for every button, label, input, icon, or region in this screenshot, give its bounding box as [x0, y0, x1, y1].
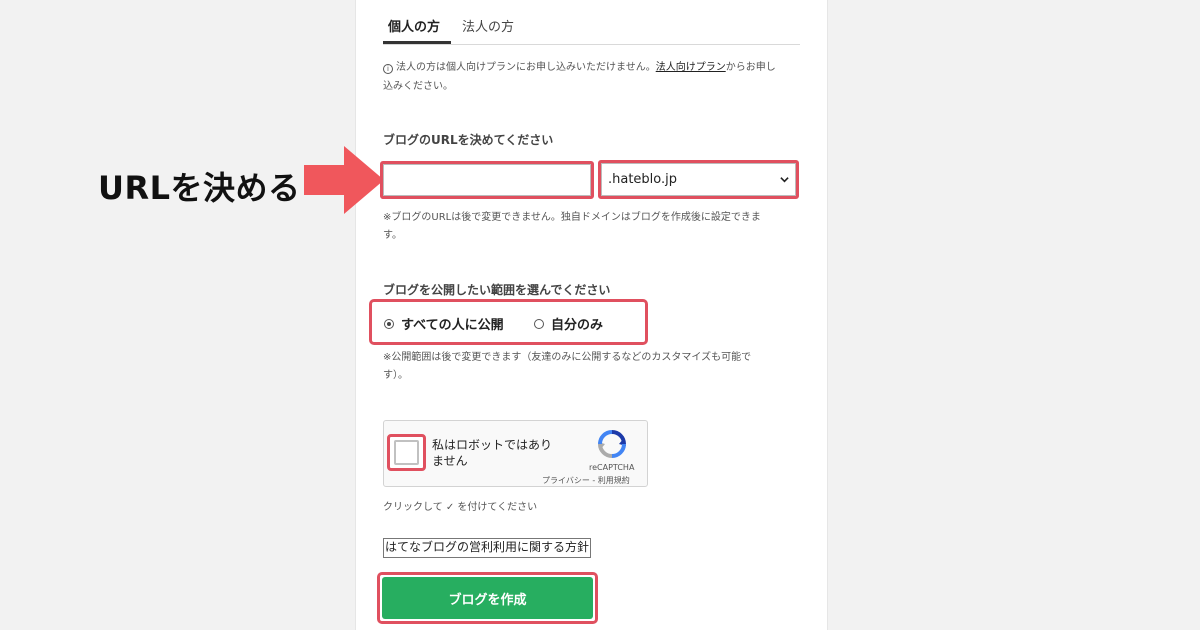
captcha-checkbox[interactable] — [394, 440, 419, 465]
captcha-checkbox-highlight — [387, 434, 426, 471]
captcha-instruction: クリックして ✓ を付けてください — [383, 502, 538, 513]
radio-option-public[interactable]: すべての人に公開 — [384, 314, 504, 333]
radio-label-private: 自分のみ — [551, 318, 604, 333]
recaptcha-privacy-terms-links[interactable]: プライバシー - 利用規約 — [542, 475, 630, 486]
background-right — [828, 0, 1200, 630]
url-hint-line1: ※ブログのURLは後で変更できません。独自ドメインはブログを作成後に設定できま — [383, 212, 761, 223]
url-hint-line2: す。 — [383, 230, 402, 241]
background-left — [0, 0, 355, 630]
domain-selected-value: .hateblo.jp — [608, 172, 678, 187]
blog-url-input[interactable] — [383, 164, 591, 196]
captcha-label: 私はロボットではあり ません — [432, 437, 572, 469]
notice-text-line2: 込みください。 — [383, 81, 453, 92]
info-icon: i — [383, 64, 393, 74]
chevron-down-icon — [780, 177, 789, 183]
domain-select-highlight: .hateblo.jp — [598, 160, 799, 199]
active-tab-indicator — [383, 41, 451, 44]
notice-text-before: 法人の方は個人向けプランにお申し込みいただけません。 — [396, 62, 656, 73]
url-input-highlight — [380, 161, 594, 199]
captcha-label-line1: 私はロボットではあり — [432, 438, 553, 452]
visibility-hint-line2: す）。 — [383, 370, 408, 381]
submit-button-highlight: ブログを作成 — [377, 572, 598, 624]
url-section-title: ブログのURLを決めてください — [383, 133, 554, 147]
radio-checked-icon[interactable] — [384, 318, 394, 329]
notice-text-after: からお申し — [725, 62, 776, 73]
radio-option-private[interactable]: 自分のみ — [534, 314, 603, 333]
captcha-label-line2: ません — [432, 454, 468, 468]
domain-select[interactable]: .hateblo.jp — [601, 163, 796, 196]
commercial-use-policy-link[interactable]: はてなブログの営利利用に関する方針 — [383, 538, 592, 558]
radio-label-public: すべての人に公開 — [401, 318, 504, 333]
radio-unchecked-icon[interactable] — [534, 318, 544, 329]
tab-individual[interactable]: 個人の方 — [388, 16, 440, 35]
visibility-options-highlight: すべての人に公開 自分のみ — [369, 299, 648, 345]
callout-arrow-icon — [304, 146, 384, 214]
recaptcha-logo-icon — [598, 430, 626, 458]
recaptcha-widget: 私はロボットではあり ません reCAPTCHA プライバシー - 利用規約 — [383, 420, 648, 487]
account-type-tabs: 個人の方 法人の方 — [383, 0, 800, 45]
recaptcha-brand: reCAPTCHA — [589, 463, 635, 472]
visibility-section-title: ブログを公開したい範囲を選んでください — [383, 283, 611, 297]
create-blog-button[interactable]: ブログを作成 — [382, 577, 593, 619]
url-hint: ※ブログのURLは後で変更できません。独自ドメインはブログを作成後に設定できま … — [383, 209, 793, 245]
visibility-hint-line1: ※公開範囲は後で変更できます（友達のみに公開するなどのカスタマイズも可能で — [383, 352, 752, 363]
corporate-notice: i 法人の方は個人向けプランにお申し込みいただけません。法人向けプランからお申し … — [383, 58, 803, 96]
callout-label: URLを決める — [98, 169, 301, 207]
corporate-plan-link[interactable]: 法人向けプラン — [656, 62, 726, 73]
tab-corporate[interactable]: 法人の方 — [462, 16, 514, 35]
visibility-hint: ※公開範囲は後で変更できます（友達のみに公開するなどのカスタマイズも可能で す）… — [383, 349, 793, 385]
